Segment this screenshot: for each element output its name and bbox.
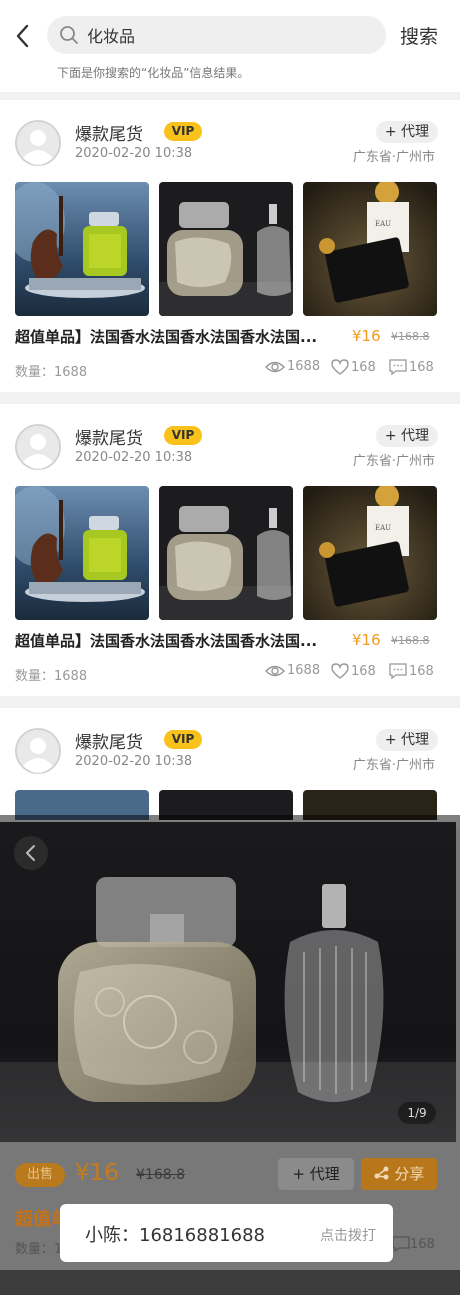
comments-count: 168 bbox=[409, 359, 434, 375]
share-button[interactable]: 分享 bbox=[361, 1158, 437, 1190]
product-image-1[interactable] bbox=[15, 486, 149, 620]
vip-badge: VIP bbox=[164, 122, 202, 141]
price: ¥16 bbox=[352, 327, 381, 345]
seller-name[interactable]: 爆款尾货 bbox=[75, 120, 143, 145]
black-perfume-image: EAU bbox=[303, 486, 437, 620]
location: 广东省·广州市 bbox=[352, 758, 435, 773]
heart-icon bbox=[331, 663, 349, 679]
likes-stat[interactable]: 168 bbox=[331, 663, 376, 679]
post-date: 2020-02-20 10:38 bbox=[75, 754, 193, 769]
avatar[interactable] bbox=[15, 728, 61, 774]
views-stat: 1688 bbox=[265, 663, 320, 678]
user-avatar-icon bbox=[15, 728, 61, 774]
product-card[interactable]: 爆款尾货 VIP 2020-02-20 10:38 + 代理 广东省·广州市 bbox=[0, 708, 460, 828]
perfume-bottles-image bbox=[159, 182, 293, 316]
likes-count: 168 bbox=[351, 663, 376, 679]
search-icon bbox=[60, 26, 78, 44]
product-image-3[interactable]: EAU bbox=[303, 486, 437, 620]
avatar[interactable] bbox=[15, 120, 61, 166]
comments-count: 168 bbox=[409, 663, 434, 679]
product-image-3[interactable]: EAU bbox=[303, 182, 437, 316]
perfume-bottles-image bbox=[159, 486, 293, 620]
location: 广东省·广州市 bbox=[352, 150, 435, 165]
seller-name[interactable]: 爆款尾货 bbox=[75, 728, 143, 753]
back-button[interactable] bbox=[12, 22, 34, 50]
car-perfume-image bbox=[15, 486, 149, 620]
original-price: ¥168.8 bbox=[391, 330, 430, 343]
post-date: 2020-02-20 10:38 bbox=[75, 146, 193, 161]
detail-comments-stat[interactable]: 168 bbox=[392, 1236, 435, 1252]
comment-icon bbox=[389, 359, 407, 375]
seller-name[interactable]: 爆款尾货 bbox=[75, 424, 143, 449]
detail-agent-button[interactable]: + 代理 bbox=[278, 1158, 354, 1190]
share-icon bbox=[374, 1166, 389, 1180]
image-grid: EAU bbox=[15, 182, 438, 316]
contact-popup[interactable]: 小陈：16816881688 点击拨打 bbox=[60, 1204, 393, 1262]
product-title[interactable]: 超值单品】法国香水法国香水法国香水法国... bbox=[15, 630, 335, 651]
detail-price: ¥16 bbox=[75, 1160, 119, 1186]
quantity: 数量：1688 bbox=[15, 669, 88, 684]
perfume-photo bbox=[0, 822, 456, 1142]
agent-button[interactable]: + 代理 bbox=[375, 729, 438, 751]
comments-stat[interactable]: 168 bbox=[389, 359, 434, 375]
agent-button[interactable]: + 代理 bbox=[375, 121, 438, 143]
contact-phone[interactable]: 小陈：16816881688 bbox=[85, 1221, 265, 1247]
search-box[interactable] bbox=[47, 16, 386, 54]
agent-button[interactable]: + 代理 bbox=[375, 425, 438, 447]
product-image-2[interactable] bbox=[159, 182, 293, 316]
product-image-1[interactable] bbox=[15, 182, 149, 316]
viewer-back-button[interactable] bbox=[14, 836, 48, 870]
dial-button[interactable]: 点击拨打 bbox=[320, 1225, 376, 1245]
quantity: 数量：1688 bbox=[15, 365, 88, 380]
search-results-page: 搜索 下面是你搜索的“化妆品”信息结果。 爆款尾货 VIP 2020-02-20… bbox=[0, 0, 460, 1295]
eye-icon bbox=[265, 665, 285, 676]
next-card-edge bbox=[0, 1270, 460, 1295]
share-label: 分享 bbox=[394, 1165, 425, 1183]
chevron-left-icon bbox=[16, 24, 29, 48]
eye-icon bbox=[265, 361, 285, 372]
image-counter: 1/9 bbox=[398, 1102, 436, 1124]
location: 广东省·广州市 bbox=[352, 454, 435, 469]
product-card[interactable]: 爆款尾货 VIP 2020-02-20 10:38 + 代理 广东省·广州市 E… bbox=[0, 100, 460, 392]
product-card[interactable]: 爆款尾货 VIP 2020-02-20 10:38 + 代理 广东省·广州市 E… bbox=[0, 404, 460, 696]
search-hint: 下面是你搜索的“化妆品”信息结果。 bbox=[57, 66, 250, 80]
search-button[interactable]: 搜索 bbox=[400, 22, 438, 49]
svg-text:EAU: EAU bbox=[375, 524, 391, 532]
comment-icon bbox=[392, 1236, 410, 1252]
views-count: 1688 bbox=[287, 663, 321, 678]
comment-icon bbox=[389, 663, 407, 679]
sell-badge: 出售 bbox=[15, 1163, 65, 1187]
views-count: 1688 bbox=[287, 359, 321, 374]
user-avatar-icon bbox=[15, 424, 61, 470]
vip-badge: VIP bbox=[164, 426, 202, 445]
product-title[interactable]: 超值单品】法国香水法国香水法国香水法国... bbox=[15, 326, 335, 347]
detail-comments-count: 168 bbox=[410, 1236, 435, 1252]
post-date: 2020-02-20 10:38 bbox=[75, 450, 193, 465]
image-viewer[interactable]: 1/9 bbox=[0, 822, 456, 1142]
likes-stat[interactable]: 168 bbox=[331, 359, 376, 375]
user-avatar-icon bbox=[15, 120, 61, 166]
comments-stat[interactable]: 168 bbox=[389, 663, 434, 679]
search-header: 搜索 下面是你搜索的“化妆品”信息结果。 bbox=[0, 0, 460, 92]
detail-quantity: 数量：1 bbox=[15, 1242, 63, 1257]
image-grid: EAU bbox=[15, 486, 438, 620]
detail-original-price: ¥168.8 bbox=[136, 1167, 185, 1183]
likes-count: 168 bbox=[351, 359, 376, 375]
svg-text:EAU: EAU bbox=[375, 220, 391, 228]
views-stat: 1688 bbox=[265, 359, 320, 374]
car-perfume-image bbox=[15, 182, 149, 316]
vip-badge: VIP bbox=[164, 730, 202, 749]
avatar[interactable] bbox=[15, 424, 61, 470]
product-image-2[interactable] bbox=[159, 486, 293, 620]
price: ¥16 bbox=[352, 631, 381, 649]
chevron-left-icon bbox=[26, 845, 35, 861]
black-perfume-image: EAU bbox=[303, 182, 437, 316]
original-price: ¥168.8 bbox=[391, 634, 430, 647]
search-input[interactable] bbox=[87, 22, 367, 48]
heart-icon bbox=[331, 359, 349, 375]
